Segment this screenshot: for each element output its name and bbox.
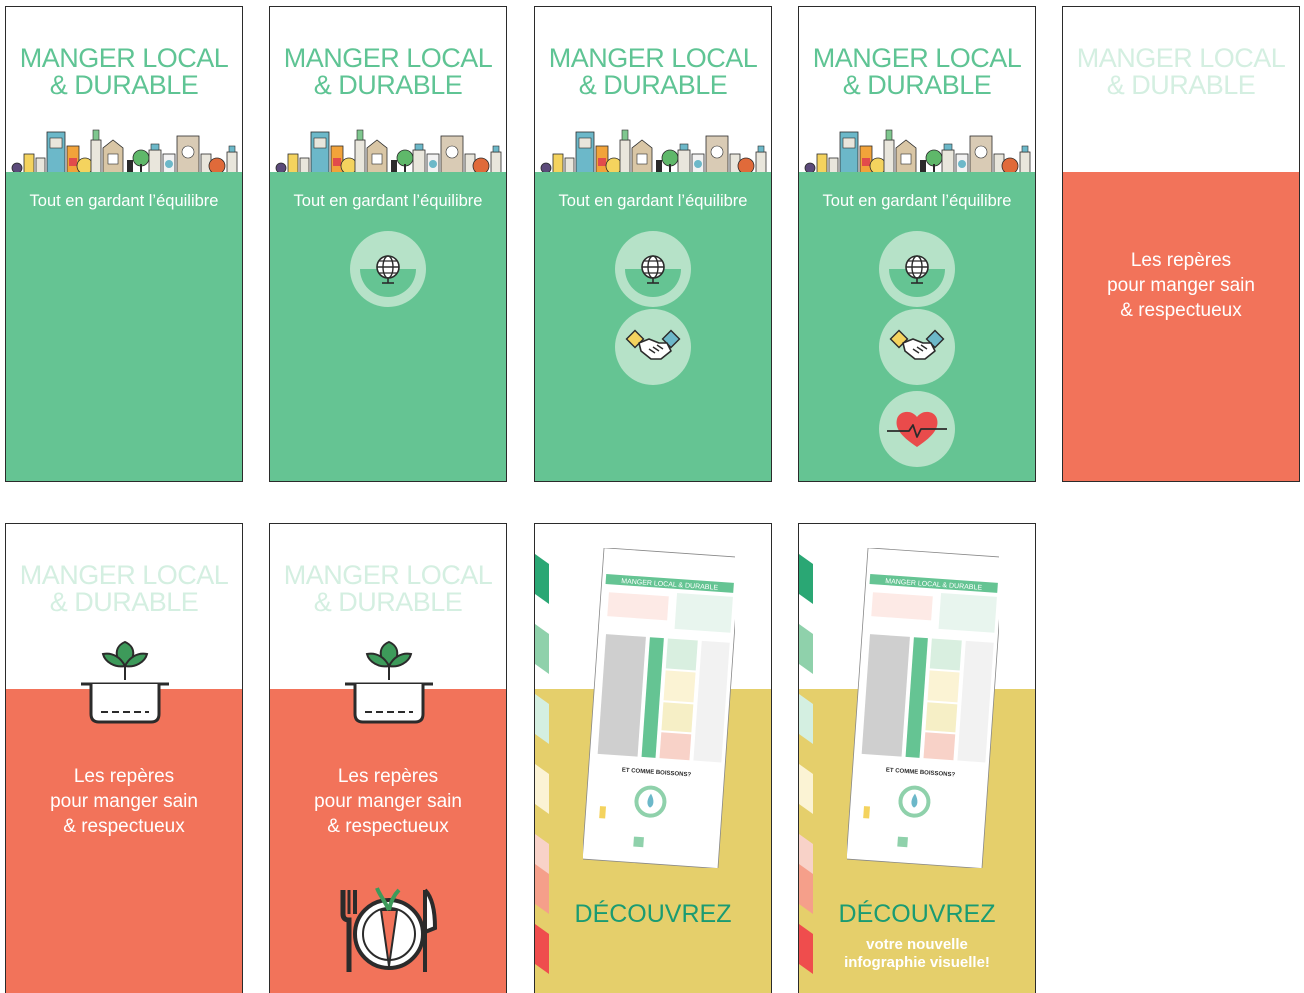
slide-6: MANGER LOCAL & DURABLE Les repères pour … bbox=[5, 523, 243, 993]
subtitle: Tout en gardant l’équilibre bbox=[558, 192, 748, 210]
discover-subtitle: votre nouvelle infographie visuelle! bbox=[844, 936, 990, 971]
page-title: MANGER LOCAL & DURABLE bbox=[548, 43, 758, 100]
subtitle: Tout en gardant l’équilibre bbox=[29, 192, 219, 210]
guidelines-message: Les repères pour manger sain & respectue… bbox=[1107, 250, 1255, 321]
page-title: MANGER LOCAL & DURABLE bbox=[283, 43, 493, 100]
pot-with-leaves-icon bbox=[339, 632, 439, 732]
slide-3: MANGER LOCAL & DURABLE Tout en gardant l… bbox=[534, 6, 772, 482]
globe-icon bbox=[879, 231, 955, 307]
page-title: MANGER LOCAL & DURABLE bbox=[19, 43, 229, 100]
slide-9: MANGER LOCAL & DURABLE ET COMME BOISSONS… bbox=[798, 523, 1036, 993]
infographic-preview: MANGER LOCAL & DURABLE ET COMME BOISSONS… bbox=[847, 548, 999, 868]
handshake-icon bbox=[615, 309, 691, 385]
infographic-preview: MANGER LOCAL & DURABLE ET COMME BOISSONS… bbox=[583, 548, 735, 868]
page-title: MANGER LOCAL & DURABLE bbox=[812, 43, 1022, 100]
green-section bbox=[270, 172, 506, 481]
slide-7: MANGER LOCAL & DURABLE Les repères pour … bbox=[269, 523, 507, 993]
red-section bbox=[6, 689, 242, 993]
page-title: MANGER LOCAL & DURABLE bbox=[283, 560, 493, 617]
slide-2: MANGER LOCAL & DURABLE Tout en gardant l… bbox=[269, 6, 507, 482]
slide-8: MANGER LOCAL & DURABLE ET COMME BOISSONS… bbox=[534, 523, 772, 993]
slide-1: MANGER LOCAL & DURABLE Tout en gardant l… bbox=[5, 6, 243, 482]
subtitle: Tout en gardant l’équilibre bbox=[822, 192, 1012, 210]
food-skyline-illustration bbox=[273, 124, 505, 176]
food-skyline-illustration bbox=[9, 124, 241, 176]
guidelines-message: Les repères pour manger sain & respectue… bbox=[314, 766, 462, 837]
food-skyline-illustration bbox=[802, 124, 1034, 176]
guidelines-message: Les repères pour manger sain & respectue… bbox=[50, 766, 198, 837]
red-section bbox=[1063, 172, 1299, 481]
plate-carrot-icon bbox=[329, 880, 449, 980]
heart-icon bbox=[879, 391, 955, 467]
slide-4: MANGER LOCAL & DURABLE Tout en gardant l… bbox=[798, 6, 1036, 482]
food-skyline-illustration bbox=[538, 124, 770, 176]
subtitle: Tout en gardant l’équilibre bbox=[293, 192, 483, 210]
pot-with-leaves-icon bbox=[75, 632, 175, 732]
page-title: MANGER LOCAL & DURABLE bbox=[19, 560, 229, 617]
page-title: MANGER LOCAL & DURABLE bbox=[1076, 43, 1286, 100]
slide-5: MANGER LOCAL & DURABLE Les repères pour … bbox=[1062, 6, 1300, 482]
discover-label: DÉCOUVREZ bbox=[838, 900, 996, 928]
handshake-icon bbox=[879, 309, 955, 385]
globe-icon bbox=[350, 231, 426, 307]
discover-label: DÉCOUVREZ bbox=[574, 900, 732, 928]
green-section bbox=[6, 172, 242, 481]
globe-icon bbox=[615, 231, 691, 307]
